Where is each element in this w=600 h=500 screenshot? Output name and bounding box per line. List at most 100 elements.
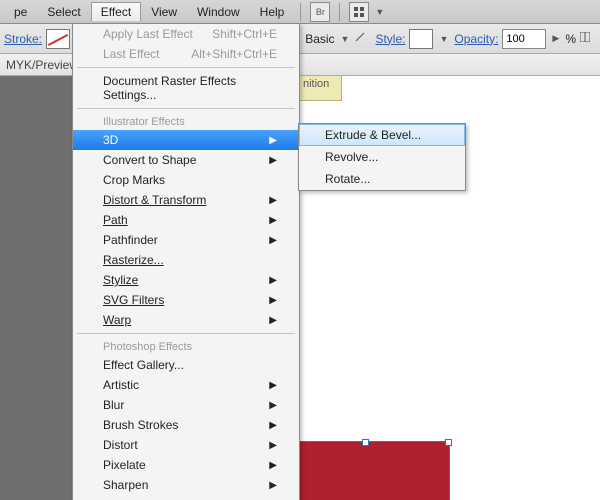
menu-pixelate[interactable]: Pixelate ▶	[73, 455, 299, 475]
resize-handle[interactable]	[362, 439, 369, 446]
brush-basic[interactable]: Basic	[305, 32, 334, 46]
menu-sharpen[interactable]: Sharpen ▶	[73, 475, 299, 495]
menu-item-label: Sharpen	[103, 478, 148, 492]
stroke-label[interactable]: Stroke:	[4, 32, 42, 46]
submenu-arrow-icon: ▶	[269, 195, 277, 206]
menu-item-label: Crop Marks	[103, 173, 165, 187]
menu-sketch[interactable]: Sketch▶	[73, 495, 299, 500]
menu-item-label: Pixelate	[103, 458, 146, 472]
shortcut-label: Alt+Shift+Ctrl+E	[191, 47, 277, 61]
menu-brush-strokes[interactable]: Brush Strokes ▶	[73, 415, 299, 435]
workspace-switcher[interactable]	[349, 2, 369, 22]
menu-artistic[interactable]: Artistic ▶	[73, 375, 299, 395]
menu-doc-raster[interactable]: Document Raster Effects Settings...	[73, 71, 299, 105]
submenu-arrow-icon: ▶	[269, 275, 277, 286]
menu-help[interactable]: Help	[250, 2, 295, 22]
menu-convert-shape[interactable]: Convert to Shape ▶	[73, 150, 299, 170]
style-label[interactable]: Style:	[375, 32, 405, 46]
menu-item-label: Path	[103, 213, 128, 227]
menu-item-label: Last Effect	[103, 47, 159, 61]
menu-stylize[interactable]: Stylize ▶	[73, 270, 299, 290]
menubar: pe Select Effect View Window Help Br ▼	[0, 0, 600, 24]
submenu-arrow-icon: ▶	[269, 460, 277, 471]
submenu-arrow-icon: ▶	[269, 135, 277, 146]
submenu-arrow-icon: ▶	[269, 215, 277, 226]
stroke-swatch[interactable]	[46, 29, 70, 49]
menu-crop-marks[interactable]: Crop Marks	[73, 170, 299, 190]
menu-pathfinder[interactable]: Pathfinder ▶	[73, 230, 299, 250]
menu-apply-last: Apply Last Effect Shift+Ctrl+E	[73, 24, 299, 44]
brush-icon	[355, 32, 365, 42]
submenu-arrow-icon: ▶	[269, 155, 277, 166]
menu-last-effect: Last Effect Alt+Shift+Ctrl+E	[73, 44, 299, 64]
menu-item-label: Distort & Transform	[103, 193, 206, 207]
submenu-arrow-icon: ▶	[269, 440, 277, 451]
menu-item-label: Rasterize...	[103, 253, 164, 267]
menu-separator	[77, 67, 295, 68]
submenu-extrude-bevel[interactable]: Extrude & Bevel...	[299, 124, 465, 146]
menu-select[interactable]: Select	[37, 2, 90, 22]
menu-item-label: Convert to Shape	[103, 153, 196, 167]
submenu-arrow-icon: ▶	[269, 295, 277, 306]
opacity-unit: %	[565, 32, 576, 46]
menu-path[interactable]: Path ▶	[73, 210, 299, 230]
grid-icon	[353, 6, 365, 18]
section-illustrator: Illustrator Effects	[73, 112, 299, 130]
menu-item-label: Effect Gallery...	[103, 358, 184, 372]
menu-rasterize[interactable]: Rasterize...	[73, 250, 299, 270]
menu-item-label: Brush Strokes	[103, 418, 178, 432]
menu-distort-transform[interactable]: Distort & Transform ▶	[73, 190, 299, 210]
section-photoshop: Photoshop Effects	[73, 337, 299, 355]
selected-rectangle[interactable]	[280, 441, 450, 500]
menu-type[interactable]: pe	[4, 2, 37, 22]
effect-menu: Apply Last Effect Shift+Ctrl+E Last Effe…	[72, 23, 300, 500]
menu-svg-filters[interactable]: SVG Filters ▶	[73, 290, 299, 310]
menu-separator	[77, 108, 295, 109]
menu-item-label: Apply Last Effect	[103, 27, 193, 41]
brush-panel-icon[interactable]	[355, 31, 371, 47]
submenu-arrow-icon: ▶	[269, 315, 277, 326]
submenu-rotate[interactable]: Rotate...	[299, 168, 465, 190]
bridge-button[interactable]: Br	[310, 2, 330, 22]
menu-item-label: Pathfinder	[103, 233, 158, 247]
panel-icon[interactable]	[580, 31, 596, 47]
menu-effect[interactable]: Effect	[91, 2, 141, 21]
style-swatch[interactable]	[409, 29, 433, 49]
submenu-3d: Extrude & Bevel... Revolve... Rotate...	[298, 123, 466, 191]
menu-item-label: Document Raster Effects Settings...	[103, 74, 277, 102]
submenu-arrow-icon: ▶	[269, 400, 277, 411]
submenu-arrow-icon: ▶	[269, 235, 277, 246]
opacity-input[interactable]	[502, 29, 546, 49]
menubar-separator	[300, 3, 301, 21]
opacity-label[interactable]: Opacity:	[454, 32, 498, 46]
menu-item-label: Blur	[103, 398, 124, 412]
menu-item-label: Warp	[103, 313, 131, 327]
panel-grid-icon	[580, 32, 590, 42]
menu-item-label: Stylize	[103, 273, 138, 287]
menu-distort-ps[interactable]: Distort ▶	[73, 435, 299, 455]
menubar-separator	[339, 3, 340, 21]
app-root: pe Select Effect View Window Help Br ▼ S…	[0, 0, 600, 500]
menu-effect-gallery[interactable]: Effect Gallery...	[73, 355, 299, 375]
menu-item-label: Distort	[103, 438, 138, 452]
menu-warp[interactable]: Warp ▶	[73, 310, 299, 330]
submenu-arrow-icon: ▶	[269, 420, 277, 431]
menu-item-label: 3D	[103, 133, 118, 147]
doc-mode-label: MYK/Preview	[6, 58, 78, 72]
menu-window[interactable]: Window	[187, 2, 250, 22]
submenu-arrow-icon: ▶	[269, 480, 277, 491]
menu-3d[interactable]: 3D ▶	[73, 130, 299, 150]
submenu-revolve[interactable]: Revolve...	[299, 146, 465, 168]
menu-separator	[77, 333, 295, 334]
chevron-down-icon[interactable]: ▼	[341, 34, 350, 44]
menu-view[interactable]: View	[141, 2, 187, 22]
menu-item-label: Artistic	[103, 378, 139, 392]
chevron-down-icon[interactable]: ▶	[552, 33, 559, 44]
menu-blur[interactable]: Blur ▶	[73, 395, 299, 415]
shortcut-label: Shift+Ctrl+E	[212, 27, 277, 41]
chevron-down-icon[interactable]: ▼	[439, 34, 448, 44]
menu-item-label: SVG Filters	[103, 293, 164, 307]
chevron-down-icon[interactable]: ▼	[375, 7, 384, 17]
resize-handle[interactable]	[445, 439, 452, 446]
submenu-arrow-icon: ▶	[269, 380, 277, 391]
